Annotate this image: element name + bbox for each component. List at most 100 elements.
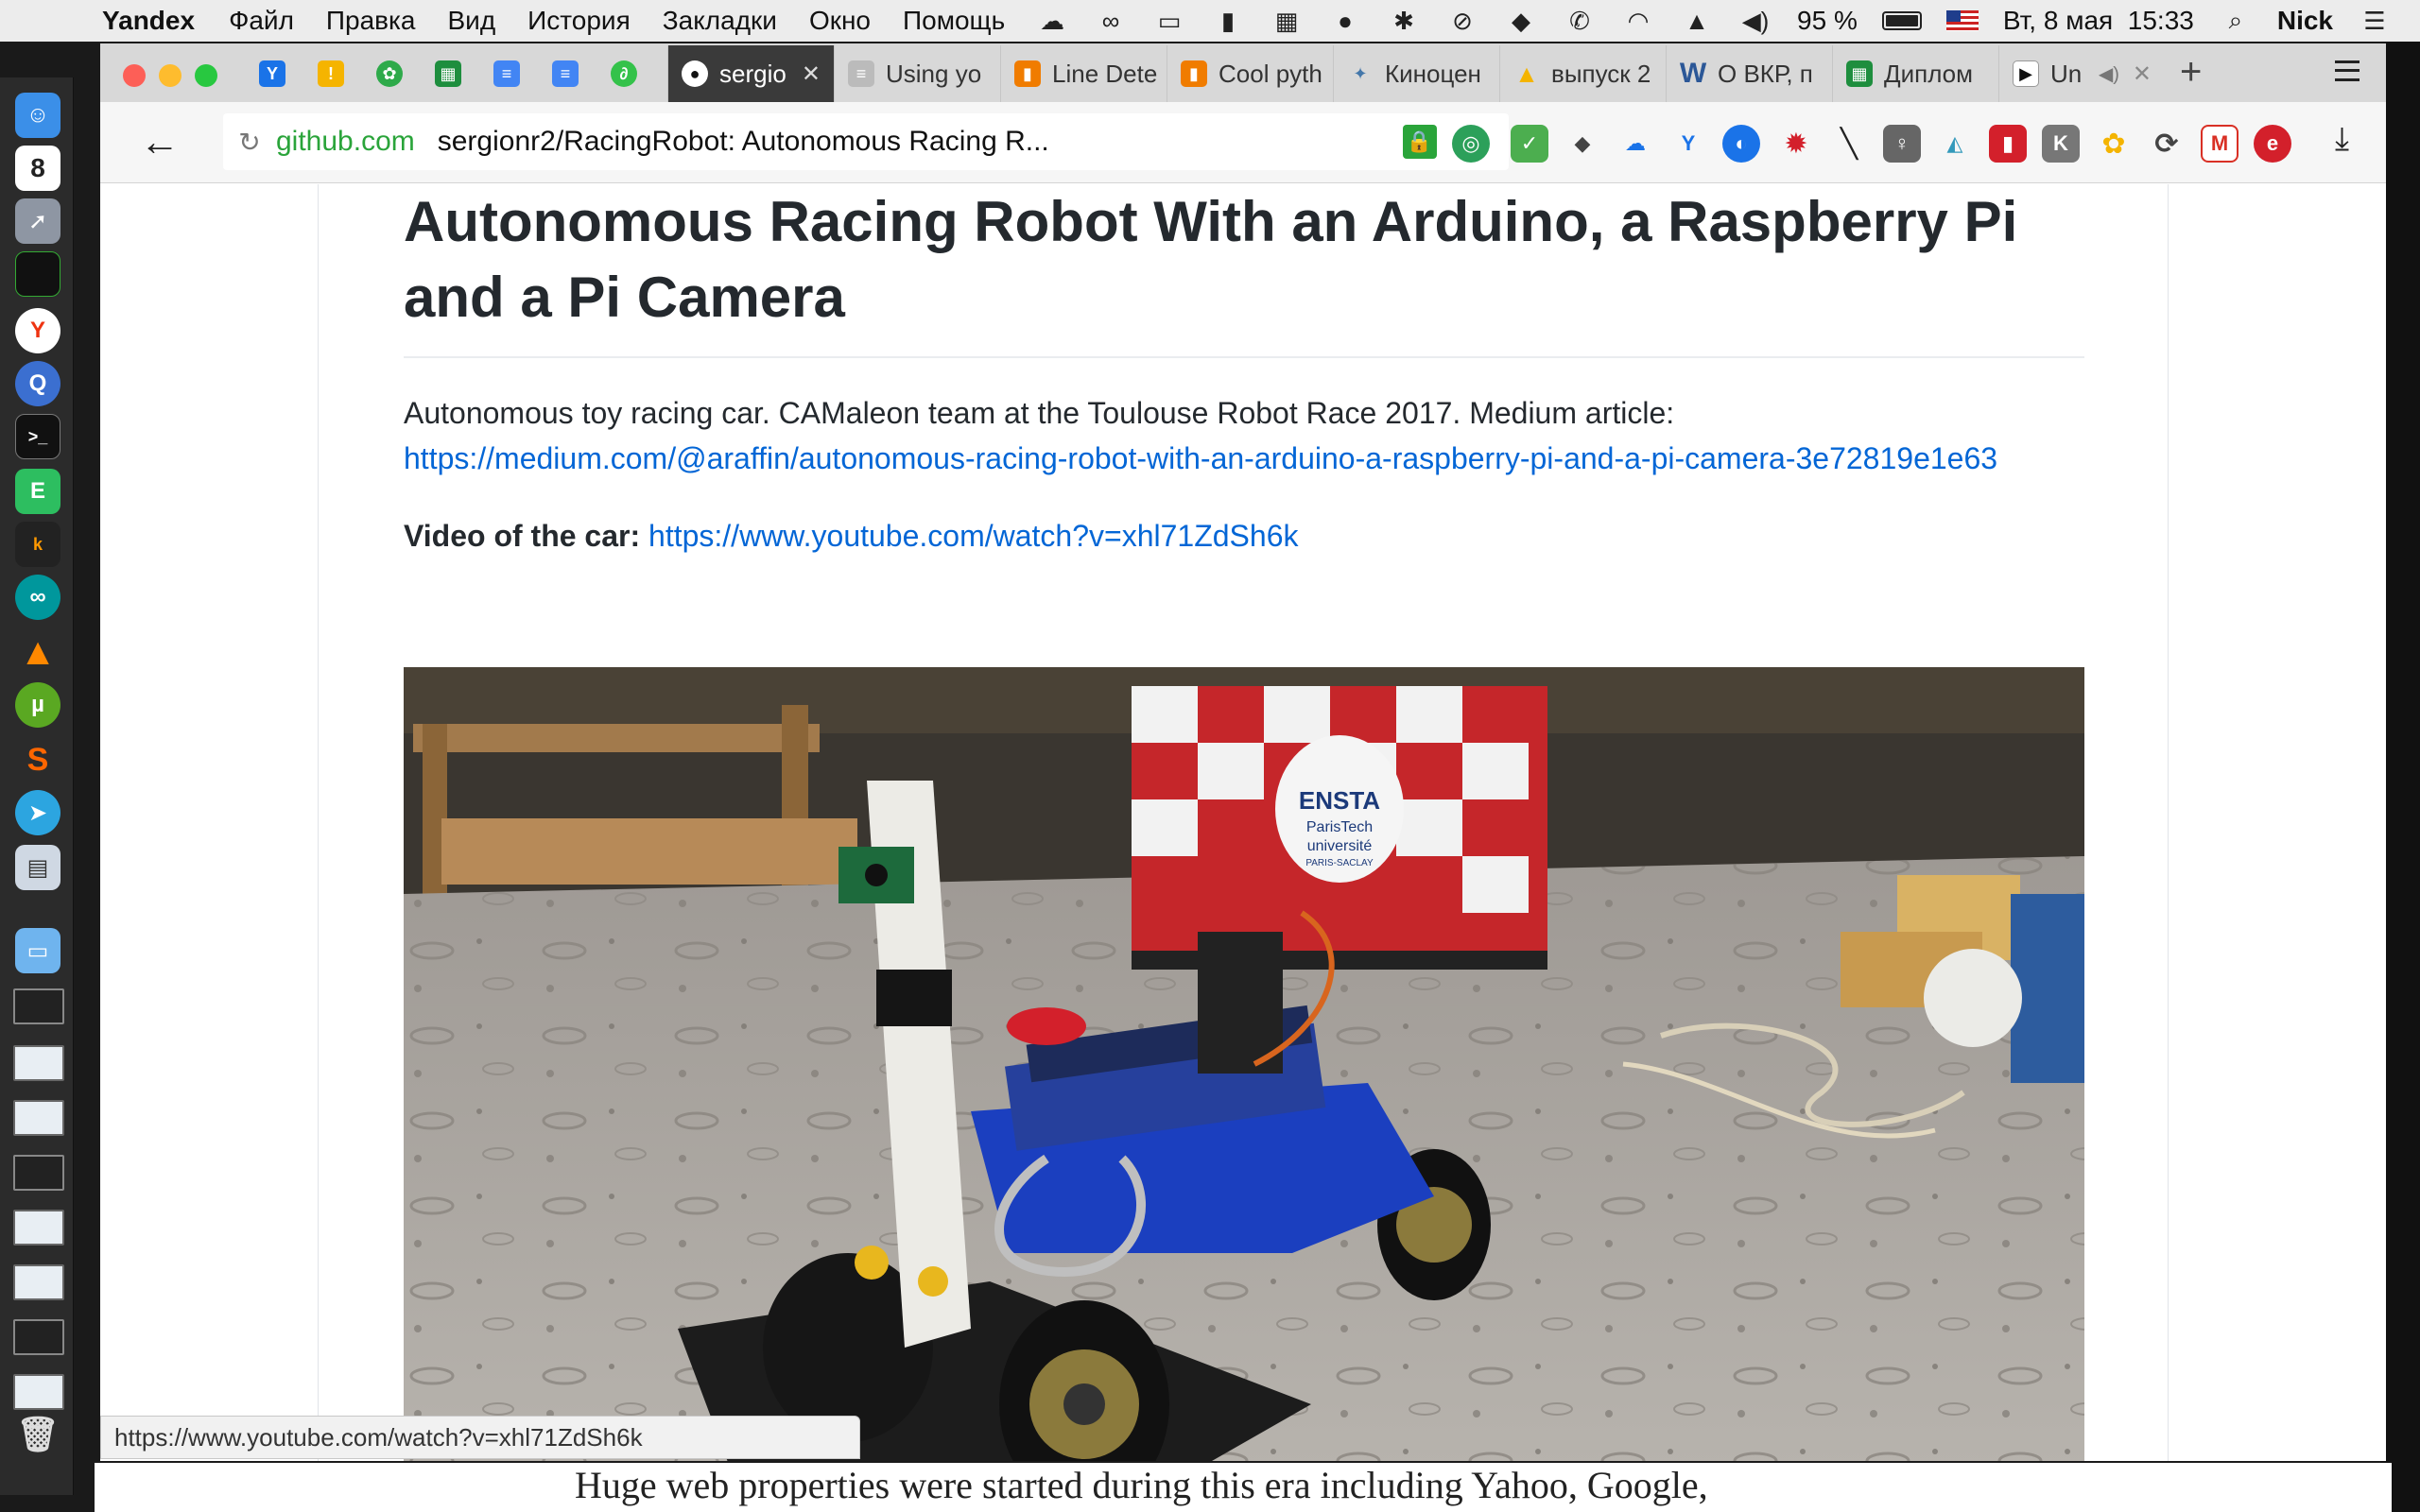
preview-icon[interactable]: ▤ <box>15 845 60 890</box>
minimized-window-sublime[interactable] <box>13 1319 64 1355</box>
browser-menu-icon[interactable] <box>2335 60 2360 81</box>
calendar-icon[interactable]: 8 <box>15 146 60 191</box>
tab-diplom[interactable]: ▦ Диплом <box>1832 45 1998 102</box>
arduino-icon[interactable]: ∞ <box>15 575 60 620</box>
terminal-icon[interactable]: >_ <box>15 414 60 459</box>
speaker-icon[interactable]: ◀) <box>2099 62 2119 86</box>
racing-car-photo[interactable]: ENSTA ParisTech université PARIS-SACLAY <box>404 667 2084 1461</box>
tab-kinocenter[interactable]: ✦ Киноцен <box>1333 45 1499 102</box>
reload-icon[interactable]: ↻ <box>223 127 276 158</box>
user-menu[interactable]: Nick <box>2277 6 2333 36</box>
extension-book-icon[interactable]: ▮ <box>1989 125 2027 163</box>
minimized-window-yandex-1[interactable] <box>13 1210 64 1246</box>
extension-drop-icon[interactable]: ◭ <box>1936 125 1974 163</box>
menu-edit[interactable]: Правка <box>326 6 416 36</box>
clock[interactable]: Вт, 8 мая 15:33 <box>2003 6 2194 36</box>
pinned-tab-link[interactable]: ∂ <box>594 45 654 102</box>
us-flag-input-icon[interactable] <box>1945 10 1979 31</box>
minimized-window-terminal[interactable] <box>13 1155 64 1191</box>
menu-history[interactable]: История <box>527 6 631 36</box>
back-arrow-icon[interactable]: ← <box>140 119 180 164</box>
medium-article-link[interactable]: https://medium.com/@araffin/autonomous-r… <box>404 441 1997 475</box>
new-tab-button[interactable]: + <box>2180 51 2202 94</box>
lock-icon[interactable]: 🔒 <box>1402 125 1437 159</box>
telegram-icon[interactable]: ➤ <box>15 790 60 835</box>
launchpad-icon[interactable]: ➚ <box>15 198 60 244</box>
notification-center-icon[interactable]: ☰ <box>2358 7 2392 35</box>
extension-y-icon[interactable]: Y <box>1669 125 1707 163</box>
minimized-window-yandex-2[interactable] <box>13 1264 64 1300</box>
download-icon[interactable]: ⤓ <box>2335 121 2349 158</box>
tab-cool-python[interactable]: ▮ Cool pyth <box>1167 45 1333 102</box>
pinned-tab-app[interactable]: ✿ <box>359 45 420 102</box>
close-tab-icon[interactable]: ✕ <box>2133 60 2152 88</box>
extension-slash-icon[interactable]: ╲ <box>1830 125 1868 163</box>
sublime-text-icon[interactable]: S <box>15 737 60 782</box>
pinned-tab-yandex[interactable]: Y <box>242 45 302 102</box>
minimize-window-button[interactable] <box>159 64 182 87</box>
extension-k-icon[interactable]: K <box>2042 125 2080 163</box>
phone-icon[interactable]: ✆ <box>1563 7 1597 35</box>
extension-refresh-icon[interactable]: ◎ <box>1452 125 1490 163</box>
bluetooth-icon[interactable]: ✱ <box>1387 7 1421 35</box>
close-window-button[interactable] <box>123 64 146 87</box>
evernote-dock-icon[interactable]: E <box>15 469 60 514</box>
minimized-window-arduino-3[interactable] <box>13 1374 64 1410</box>
tab-github[interactable]: ● sergio ✕ <box>667 45 834 102</box>
yandex-browser-icon[interactable]: Y <box>15 308 60 353</box>
evernote-icon[interactable]: ◆ <box>1504 7 1538 35</box>
activity-monitor-icon[interactable] <box>15 251 60 297</box>
airplay-icon[interactable]: ▲ <box>1680 7 1714 35</box>
extension-compass-icon[interactable]: ◐ <box>1722 125 1760 163</box>
wifi-icon[interactable]: ◠ <box>1621 7 1655 35</box>
maximize-window-button[interactable] <box>195 64 217 87</box>
extension-e-icon[interactable]: e <box>2254 125 2291 163</box>
cloud-upload-icon[interactable]: ☁ <box>1035 7 1069 35</box>
minimized-window-arduino-1[interactable] <box>13 1045 64 1081</box>
menu-bookmarks[interactable]: Закладки <box>663 6 777 36</box>
creative-cloud-icon[interactable]: ∞ <box>1094 7 1128 35</box>
app-menu[interactable]: Yandex <box>102 6 195 36</box>
volume-icon[interactable]: ◀) <box>1738 7 1772 35</box>
downloads-folder-icon[interactable]: ▭ <box>15 928 60 973</box>
menu-file[interactable]: Файл <box>229 6 294 36</box>
pinned-tab-sheets[interactable]: ▦ <box>418 45 478 102</box>
do-not-disturb-icon[interactable]: ⊘ <box>1445 7 1479 35</box>
screen-share-icon[interactable]: ▦ <box>1270 7 1304 35</box>
pinned-tab-docs-2[interactable]: ≡ <box>535 45 596 102</box>
vlc-icon[interactable]: ▲ <box>15 629 60 675</box>
extension-pinwheel-icon[interactable]: ✿ <box>2095 125 2133 163</box>
siri-icon[interactable]: ● <box>1328 7 1362 35</box>
address-bar[interactable]: ↻ github.com sergionr2/RacingRobot: Auto… <box>223 113 1509 170</box>
minimized-window-python[interactable] <box>13 988 64 1024</box>
tab-line-detection[interactable]: ▮ Line Dete <box>1000 45 1167 102</box>
quicktime-icon[interactable]: Q <box>15 361 60 406</box>
youtube-video-link[interactable]: https://www.youtube.com/watch?v=xhl71ZdS… <box>648 519 1298 553</box>
spotlight-search-icon[interactable]: ⌕ <box>2219 6 2253 35</box>
extension-bug-icon[interactable]: ✹ <box>1777 125 1815 163</box>
extension-gmail-icon[interactable]: M <box>2201 125 2238 163</box>
tab-vkr[interactable]: W О ВКР, п <box>1666 45 1832 102</box>
pinned-tab-keep[interactable]: ! <box>301 45 361 102</box>
pinned-tab-docs-1[interactable]: ≡ <box>476 45 537 102</box>
extension-sync-icon[interactable]: ⟳ <box>2148 125 2186 163</box>
tab-using-you[interactable]: ≡ Using yo <box>834 45 1000 102</box>
extension-lightbulb-icon[interactable]: ♀ <box>1883 125 1921 163</box>
battery-icon[interactable] <box>1881 11 1922 30</box>
extension-cloud-icon[interactable]: ☁ <box>1616 125 1654 163</box>
minimized-window-arduino-2[interactable] <box>13 1100 64 1136</box>
finder-icon[interactable]: ☺ <box>15 93 60 138</box>
close-tab-icon[interactable]: ✕ <box>802 60 821 88</box>
utorrent-icon[interactable]: µ <box>15 682 60 728</box>
tab-vypusk[interactable]: ▲ выпуск 2 <box>1499 45 1666 102</box>
tab-playing-audio[interactable]: ▶ Un ◀) ✕ <box>1998 45 2165 102</box>
extension-evernote-icon[interactable]: ◆ <box>1564 125 1601 163</box>
trash-icon[interactable]: 🗑 <box>15 1412 60 1457</box>
extension-shield-icon[interactable]: ✓ <box>1511 125 1548 163</box>
clipboard-icon[interactable]: ▮ <box>1211 7 1245 35</box>
menu-window[interactable]: Окно <box>809 6 871 36</box>
menu-help[interactable]: Помощь <box>903 6 1005 36</box>
display-icon[interactable]: ▭ <box>1152 7 1186 35</box>
kindle-icon[interactable]: k <box>15 522 60 567</box>
menu-view[interactable]: Вид <box>448 6 496 36</box>
